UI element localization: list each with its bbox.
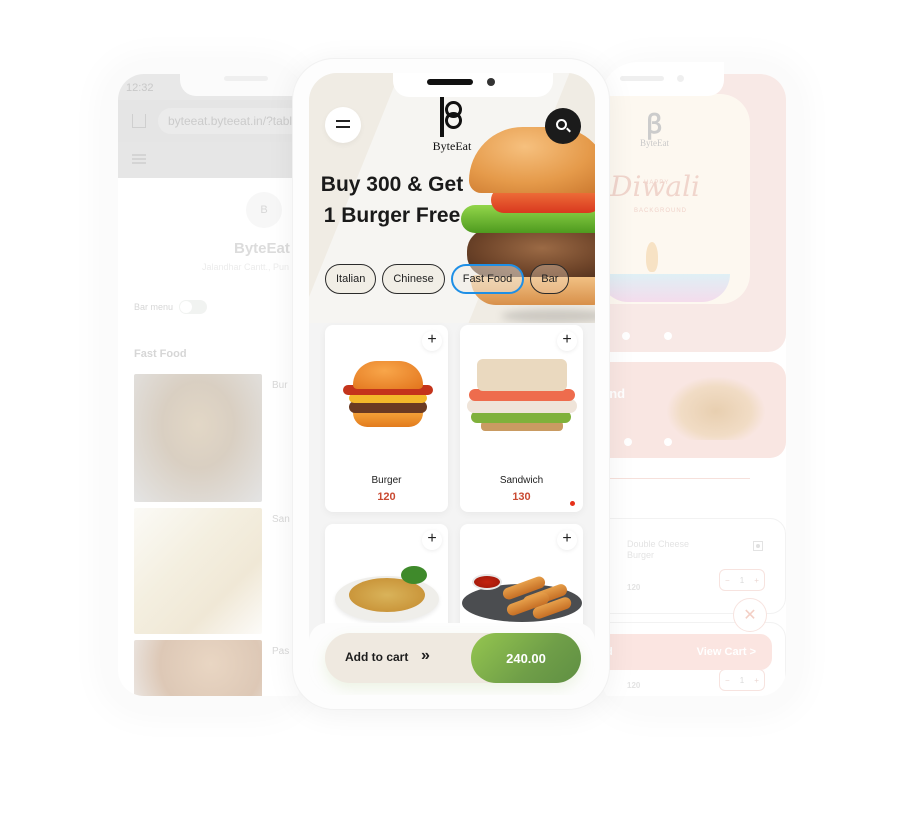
cart-item-price: 120: [627, 583, 641, 592]
hero-headline: Buy 300 & Get 1 Burger Free: [320, 173, 464, 227]
view-cart-button[interactable]: d View Cart >: [600, 634, 772, 670]
cart-total-button[interactable]: 240.00: [471, 633, 581, 683]
browser-url-bar[interactable]: byteeat.byteeat.in/?table: [118, 100, 304, 142]
pasta-image: [134, 640, 262, 696]
bar-menu-row: Bar menu: [134, 300, 208, 314]
cart-item-price: 120: [627, 681, 641, 690]
list-item-name: San: [272, 514, 290, 525]
qty-minus-button[interactable]: −: [725, 676, 730, 685]
speaker-pill: [620, 76, 664, 81]
diya-lamp: [600, 274, 730, 302]
list-item-name: Pas: [272, 646, 290, 657]
tab-italian[interactable]: Italian: [325, 264, 377, 294]
quantity-stepper[interactable]: − 1 +: [719, 569, 765, 591]
right-background-phone: ꞵ ByteEat HAPPY Diwali BACKGROUND and Do…: [600, 62, 800, 712]
product-price: 120: [377, 491, 396, 503]
promo-burger-image: [666, 376, 766, 440]
add-to-cart-label: Add to cart: [345, 650, 409, 664]
status-time: 12:32: [126, 82, 154, 94]
section-title: Fast Food: [134, 348, 187, 360]
search-button[interactable]: [545, 108, 581, 144]
logo-mark-icon: ꞵ: [646, 110, 663, 140]
logo-text: ByteEat: [432, 139, 472, 153]
product-price: 130: [512, 491, 531, 503]
carousel-dot[interactable]: [664, 332, 672, 340]
banner-logo-text: ByteEat: [640, 138, 669, 148]
camera-dot: [487, 78, 495, 86]
main-phone-screen: Buy 300 & Get 1 Burger Free ByteEat Ital…: [309, 73, 595, 695]
qty-value: 1: [739, 575, 745, 585]
right-phone-notch: [600, 62, 724, 96]
add-item-button[interactable]: +: [422, 530, 442, 550]
hamburger-icon: [336, 120, 350, 128]
diya-flame: [646, 242, 658, 272]
utensils-icon: ✕: [743, 607, 757, 624]
left-background-phone: 12:32 byteeat.byteeat.in/?table B ByteEa…: [104, 62, 304, 712]
list-item-name: Bur: [272, 380, 288, 391]
noodles-image: [334, 566, 439, 624]
right-phone-screen: ꞵ ByteEat HAPPY Diwali BACKGROUND and Do…: [600, 74, 786, 696]
logo-mark-icon: [437, 95, 467, 139]
url-field[interactable]: byteeat.byteeat.in/?table: [158, 108, 304, 134]
carousel-dot[interactable]: [664, 438, 672, 446]
left-phone-screen: 12:32 byteeat.byteeat.in/?table B ByteEa…: [118, 74, 304, 696]
home-icon[interactable]: [132, 114, 146, 128]
sandwich-image: [466, 359, 577, 439]
double-chevron-right-icon: »: [421, 647, 430, 664]
phone-notch: [393, 73, 553, 97]
cart-bar: Add to cart » 240.00: [309, 623, 595, 695]
bar-menu-toggle[interactable]: [179, 300, 208, 314]
qty-minus-button[interactable]: −: [725, 576, 730, 585]
brand-name: ByteEat: [234, 240, 290, 257]
speaker-pill: [427, 79, 473, 85]
cart-item-name: Double Cheese Burger: [627, 539, 690, 560]
site-nav-bar: [118, 142, 304, 178]
category-tabs: Italian Chinese Fast Food Bar: [325, 264, 570, 294]
divider: [600, 478, 750, 479]
quantity-stepper[interactable]: − 1 +: [719, 669, 765, 691]
sandwich-image: [134, 508, 262, 634]
tab-chinese[interactable]: Chinese: [382, 264, 445, 294]
banner-sub: BACKGROUND: [634, 208, 688, 214]
status-dot: [570, 501, 575, 506]
burger-image: [339, 361, 435, 431]
main-phone: Buy 300 & Get 1 Burger Free ByteEat Ital…: [292, 58, 610, 710]
camera-dot: [677, 75, 684, 82]
banner-script: Diwali: [610, 170, 700, 203]
veg-icon: [753, 541, 763, 551]
add-item-button[interactable]: +: [557, 530, 577, 550]
qty-plus-button[interactable]: +: [754, 576, 759, 585]
qty-value: 1: [739, 675, 745, 685]
tab-fast-food[interactable]: Fast Food: [450, 264, 525, 294]
carousel-dot[interactable]: [624, 438, 632, 446]
speaker-pill: [224, 76, 268, 81]
qty-plus-button[interactable]: +: [754, 676, 759, 685]
brand-logo: ByteEat: [427, 95, 477, 154]
banner-logo: ꞵ ByteEat: [640, 112, 669, 148]
promo-banner[interactable]: and: [600, 362, 786, 458]
add-item-button[interactable]: +: [422, 331, 442, 351]
menu-icon[interactable]: [132, 154, 146, 164]
product-name: Burger: [371, 475, 402, 486]
brand-location: Jalandhar Cantt., Pun: [202, 262, 290, 272]
add-to-cart-button[interactable]: Add to cart » 240.00: [325, 633, 581, 683]
bar-menu-label: Bar menu: [134, 302, 174, 312]
menu-button[interactable]: [325, 107, 361, 143]
cheese-sticks-image: [461, 568, 582, 624]
brand-avatar: B: [246, 192, 282, 228]
tab-bar[interactable]: Bar: [530, 264, 570, 294]
diwali-banner[interactable]: ꞵ ByteEat HAPPY Diwali BACKGROUND: [600, 74, 786, 352]
add-item-button[interactable]: +: [557, 331, 577, 351]
view-cart-label: View Cart >: [696, 646, 756, 658]
product-card[interactable]: + Burger 120: [325, 325, 448, 512]
left-phone-notch: [180, 62, 304, 96]
utensils-fab-button[interactable]: ✕: [733, 598, 767, 632]
carousel-dot[interactable]: [622, 332, 630, 340]
product-name: Sandwich: [499, 475, 544, 486]
burger-image: [134, 374, 262, 502]
product-card[interactable]: + Sandwich 130: [460, 325, 583, 512]
